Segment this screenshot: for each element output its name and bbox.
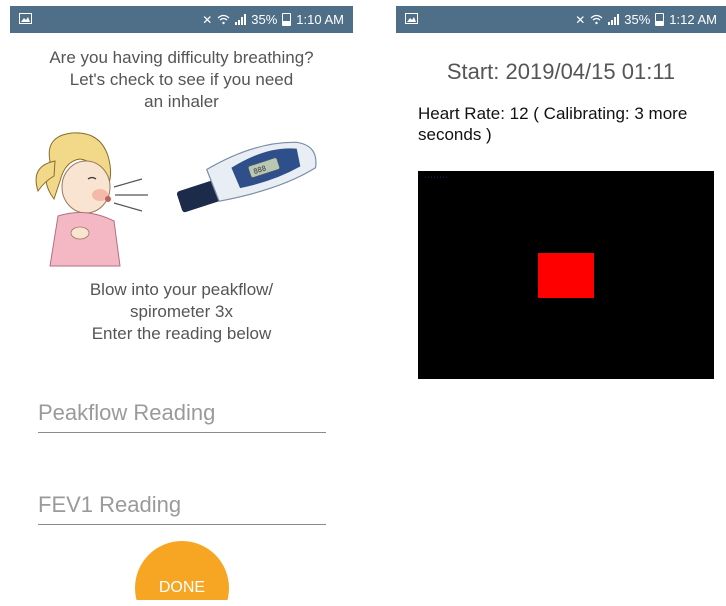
signal-icon	[235, 14, 247, 25]
signal-icon	[608, 14, 620, 25]
instructions-line-1: Blow into your peakflow/	[89, 280, 274, 299]
image-notification-icon	[19, 13, 32, 24]
instructions: Blow into your peakflow/ spirometer 3x E…	[10, 279, 353, 345]
mute-icon: ✕	[202, 12, 213, 27]
prompt-line-1: Are you having difficulty breathing?	[49, 48, 314, 67]
instructions-line-2: spirometer 3x	[130, 302, 233, 321]
camera-timestamp-overlay: ········	[424, 175, 449, 181]
battery-icon	[282, 13, 292, 26]
instructions-line-3: Enter the reading below	[91, 324, 272, 343]
wifi-icon	[590, 14, 603, 25]
peakflow-input[interactable]	[38, 400, 326, 432]
status-icons: ✕ 35% 1:10 AM	[202, 6, 344, 33]
peakflow-illustration: 888	[10, 121, 353, 271]
done-button[interactable]: DONE	[135, 541, 229, 600]
battery-icon	[655, 13, 665, 26]
start-label: Start: 2019/04/15 01:11	[446, 59, 676, 84]
status-bar: ✕ 35% 1:12 AM	[396, 6, 726, 33]
breathing-prompt: Are you having difficulty breathing? Let…	[10, 47, 353, 113]
detection-marker	[538, 253, 594, 298]
mute-icon: ✕	[575, 12, 586, 27]
status-bar: ✕ 35% 1:10 AM	[10, 6, 353, 33]
prompt-line-3: an inhaler	[144, 92, 219, 111]
fev1-field[interactable]	[38, 492, 326, 525]
battery-percent: 35%	[624, 12, 651, 27]
peakflow-field[interactable]	[38, 400, 326, 433]
wifi-icon	[217, 14, 230, 25]
camera-preview: ········	[418, 171, 714, 379]
battery-percent: 35%	[251, 12, 278, 27]
prompt-line-2: Let's check to see if you need	[69, 70, 294, 89]
image-notification-icon	[405, 13, 418, 24]
heart-rate-text: Heart Rate: 12 ( Calibrating: 3 more sec…	[418, 104, 688, 144]
status-time: 1:10 AM	[296, 12, 344, 27]
fev1-input[interactable]	[38, 492, 326, 524]
heart-rate-screen: ✕ 35% 1:12 AM Start: 2019/04/15 01:11 He…	[396, 6, 726, 600]
status-time: 1:12 AM	[669, 12, 717, 27]
peakflow-screen: ✕ 35% 1:10 AM Are you having difficulty …	[10, 6, 353, 600]
status-icons: ✕ 35% 1:12 AM	[575, 6, 717, 33]
girl-blowing-illustration: 888	[35, 132, 317, 267]
